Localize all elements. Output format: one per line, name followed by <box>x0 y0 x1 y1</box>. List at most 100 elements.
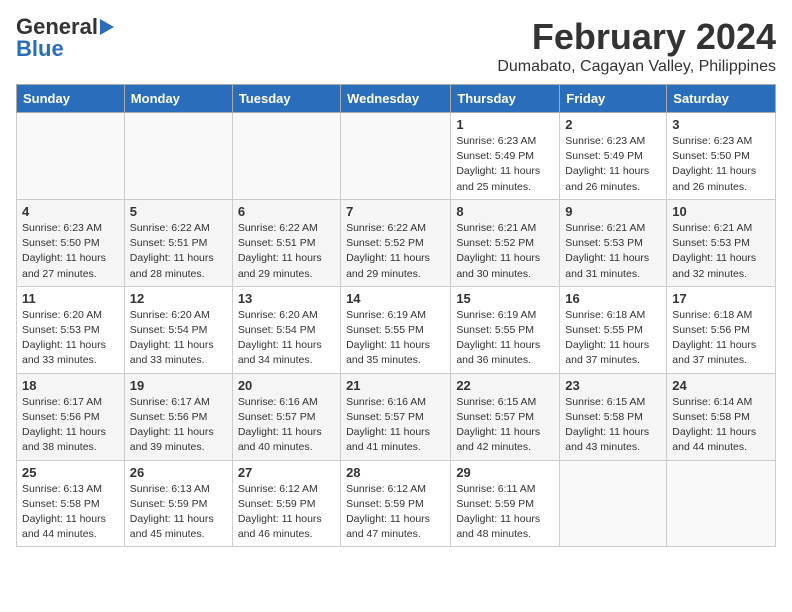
day-cell: 15 Sunrise: 6:19 AM Sunset: 5:55 PM Dayli… <box>451 286 560 373</box>
day-cell: 23 Sunrise: 6:15 AM Sunset: 5:58 PM Dayli… <box>560 373 667 460</box>
day-number: 26 <box>130 465 227 480</box>
day-cell: 5Sunrise: 6:22 AM Sunset: 5:51 PM Daylig… <box>124 199 232 286</box>
header-cell-wednesday: Wednesday <box>341 85 451 113</box>
day-number: 28 <box>346 465 445 480</box>
day-info: Sunrise: 6:12 AM Sunset: 5:59 PM Dayligh… <box>238 482 335 543</box>
logo-arrow-icon <box>100 19 114 35</box>
day-info: Sunrise: 6:16 AM Sunset: 5:57 PM Dayligh… <box>238 395 335 456</box>
day-cell: 29Sunrise: 6:11 AM Sunset: 5:59 PM Dayli… <box>451 460 560 547</box>
header-cell-friday: Friday <box>560 85 667 113</box>
day-info: Sunrise: 6:23 AM Sunset: 5:50 PM Dayligh… <box>672 134 770 195</box>
day-number: 11 <box>22 291 119 306</box>
day-cell: 12 Sunrise: 6:20 AM Sunset: 5:54 PM Dayli… <box>124 286 232 373</box>
week-row-5: 25Sunrise: 6:13 AM Sunset: 5:58 PM Dayli… <box>17 460 776 547</box>
day-info: Sunrise: 6:21 AM Sunset: 5:52 PM Dayligh… <box>456 221 554 282</box>
day-info: Sunrise: 6:20 AM Sunset: 5:54 PM Dayligh… <box>238 308 335 369</box>
day-cell <box>667 460 776 547</box>
day-cell: 21 Sunrise: 6:16 AM Sunset: 5:57 PM Dayli… <box>341 373 451 460</box>
day-number: 18 <box>22 378 119 393</box>
logo-general-text: General <box>16 16 98 38</box>
day-info: Sunrise: 6:13 AM Sunset: 5:58 PM Dayligh… <box>22 482 119 543</box>
day-cell: 26Sunrise: 6:13 AM Sunset: 5:59 PM Dayli… <box>124 460 232 547</box>
day-number: 1 <box>456 117 554 132</box>
day-cell: 19Sunrise: 6:17 AM Sunset: 5:56 PM Dayli… <box>124 373 232 460</box>
header-cell-monday: Monday <box>124 85 232 113</box>
day-number: 12 <box>130 291 227 306</box>
day-number: 14 <box>346 291 445 306</box>
day-number: 4 <box>22 204 119 219</box>
header-cell-sunday: Sunday <box>17 85 125 113</box>
day-cell: 6Sunrise: 6:22 AM Sunset: 5:51 PM Daylig… <box>232 199 340 286</box>
day-info: Sunrise: 6:22 AM Sunset: 5:51 PM Dayligh… <box>130 221 227 282</box>
day-info: Sunrise: 6:20 AM Sunset: 5:54 PM Dayligh… <box>130 308 227 369</box>
day-info: Sunrise: 6:19 AM Sunset: 5:55 PM Dayligh… <box>456 308 554 369</box>
day-info: Sunrise: 6:21 AM Sunset: 5:53 PM Dayligh… <box>565 221 661 282</box>
day-info: Sunrise: 6:17 AM Sunset: 5:56 PM Dayligh… <box>22 395 119 456</box>
day-info: Sunrise: 6:14 AM Sunset: 5:58 PM Dayligh… <box>672 395 770 456</box>
header-cell-tuesday: Tuesday <box>232 85 340 113</box>
day-number: 23 <box>565 378 661 393</box>
day-info: Sunrise: 6:15 AM Sunset: 5:57 PM Dayligh… <box>456 395 554 456</box>
week-row-2: 4 Sunrise: 6:23 AM Sunset: 5:50 PM Daylig… <box>17 199 776 286</box>
day-info: Sunrise: 6:18 AM Sunset: 5:55 PM Dayligh… <box>565 308 661 369</box>
day-info: Sunrise: 6:15 AM Sunset: 5:58 PM Dayligh… <box>565 395 661 456</box>
day-number: 29 <box>456 465 554 480</box>
day-info: Sunrise: 6:21 AM Sunset: 5:53 PM Dayligh… <box>672 221 770 282</box>
day-number: 7 <box>346 204 445 219</box>
title-section: February 2024 Dumabato, Cagayan Valley, … <box>497 16 776 76</box>
calendar-table: SundayMondayTuesdayWednesdayThursdayFrid… <box>16 84 776 547</box>
month-title: February 2024 <box>497 16 776 58</box>
day-cell: 13 Sunrise: 6:20 AM Sunset: 5:54 PM Dayli… <box>232 286 340 373</box>
location-title: Dumabato, Cagayan Valley, Philippines <box>497 58 776 76</box>
day-cell <box>232 113 340 200</box>
day-cell <box>17 113 125 200</box>
day-number: 19 <box>130 378 227 393</box>
day-number: 9 <box>565 204 661 219</box>
day-number: 22 <box>456 378 554 393</box>
day-info: Sunrise: 6:20 AM Sunset: 5:53 PM Dayligh… <box>22 308 119 369</box>
day-cell: 8 Sunrise: 6:21 AM Sunset: 5:52 PM Daylig… <box>451 199 560 286</box>
header-cell-thursday: Thursday <box>451 85 560 113</box>
logo: General Blue <box>16 16 114 60</box>
day-number: 21 <box>346 378 445 393</box>
day-cell <box>124 113 232 200</box>
day-cell: 2 Sunrise: 6:23 AM Sunset: 5:49 PM Daylig… <box>560 113 667 200</box>
day-cell: 7Sunrise: 6:22 AM Sunset: 5:52 PM Daylig… <box>341 199 451 286</box>
day-info: Sunrise: 6:16 AM Sunset: 5:57 PM Dayligh… <box>346 395 445 456</box>
day-cell: 28 Sunrise: 6:12 AM Sunset: 5:59 PM Dayli… <box>341 460 451 547</box>
day-cell <box>560 460 667 547</box>
day-cell: 1 Sunrise: 6:23 AM Sunset: 5:49 PM Daylig… <box>451 113 560 200</box>
day-cell: 14Sunrise: 6:19 AM Sunset: 5:55 PM Dayli… <box>341 286 451 373</box>
day-cell: 11 Sunrise: 6:20 AM Sunset: 5:53 PM Dayli… <box>17 286 125 373</box>
day-cell: 27 Sunrise: 6:12 AM Sunset: 5:59 PM Dayli… <box>232 460 340 547</box>
day-number: 20 <box>238 378 335 393</box>
day-info: Sunrise: 6:23 AM Sunset: 5:50 PM Dayligh… <box>22 221 119 282</box>
day-cell: 25Sunrise: 6:13 AM Sunset: 5:58 PM Dayli… <box>17 460 125 547</box>
day-number: 2 <box>565 117 661 132</box>
day-number: 8 <box>456 204 554 219</box>
day-cell: 18 Sunrise: 6:17 AM Sunset: 5:56 PM Dayli… <box>17 373 125 460</box>
week-row-1: 1 Sunrise: 6:23 AM Sunset: 5:49 PM Daylig… <box>17 113 776 200</box>
day-info: Sunrise: 6:23 AM Sunset: 5:49 PM Dayligh… <box>565 134 661 195</box>
day-cell: 20 Sunrise: 6:16 AM Sunset: 5:57 PM Dayli… <box>232 373 340 460</box>
day-info: Sunrise: 6:12 AM Sunset: 5:59 PM Dayligh… <box>346 482 445 543</box>
day-number: 10 <box>672 204 770 219</box>
day-cell <box>341 113 451 200</box>
day-number: 6 <box>238 204 335 219</box>
day-cell: 4 Sunrise: 6:23 AM Sunset: 5:50 PM Daylig… <box>17 199 125 286</box>
day-cell: 10 Sunrise: 6:21 AM Sunset: 5:53 PM Dayli… <box>667 199 776 286</box>
day-cell: 16 Sunrise: 6:18 AM Sunset: 5:55 PM Dayli… <box>560 286 667 373</box>
day-info: Sunrise: 6:18 AM Sunset: 5:56 PM Dayligh… <box>672 308 770 369</box>
day-cell: 9 Sunrise: 6:21 AM Sunset: 5:53 PM Daylig… <box>560 199 667 286</box>
logo-blue-text: Blue <box>16 38 64 60</box>
day-cell: 17Sunrise: 6:18 AM Sunset: 5:56 PM Dayli… <box>667 286 776 373</box>
page-header: General Blue February 2024 Dumabato, Cag… <box>16 16 776 76</box>
day-number: 27 <box>238 465 335 480</box>
day-cell: 24Sunrise: 6:14 AM Sunset: 5:58 PM Dayli… <box>667 373 776 460</box>
day-info: Sunrise: 6:23 AM Sunset: 5:49 PM Dayligh… <box>456 134 554 195</box>
day-number: 13 <box>238 291 335 306</box>
day-number: 15 <box>456 291 554 306</box>
week-row-4: 18 Sunrise: 6:17 AM Sunset: 5:56 PM Dayli… <box>17 373 776 460</box>
week-row-3: 11 Sunrise: 6:20 AM Sunset: 5:53 PM Dayli… <box>17 286 776 373</box>
day-number: 16 <box>565 291 661 306</box>
